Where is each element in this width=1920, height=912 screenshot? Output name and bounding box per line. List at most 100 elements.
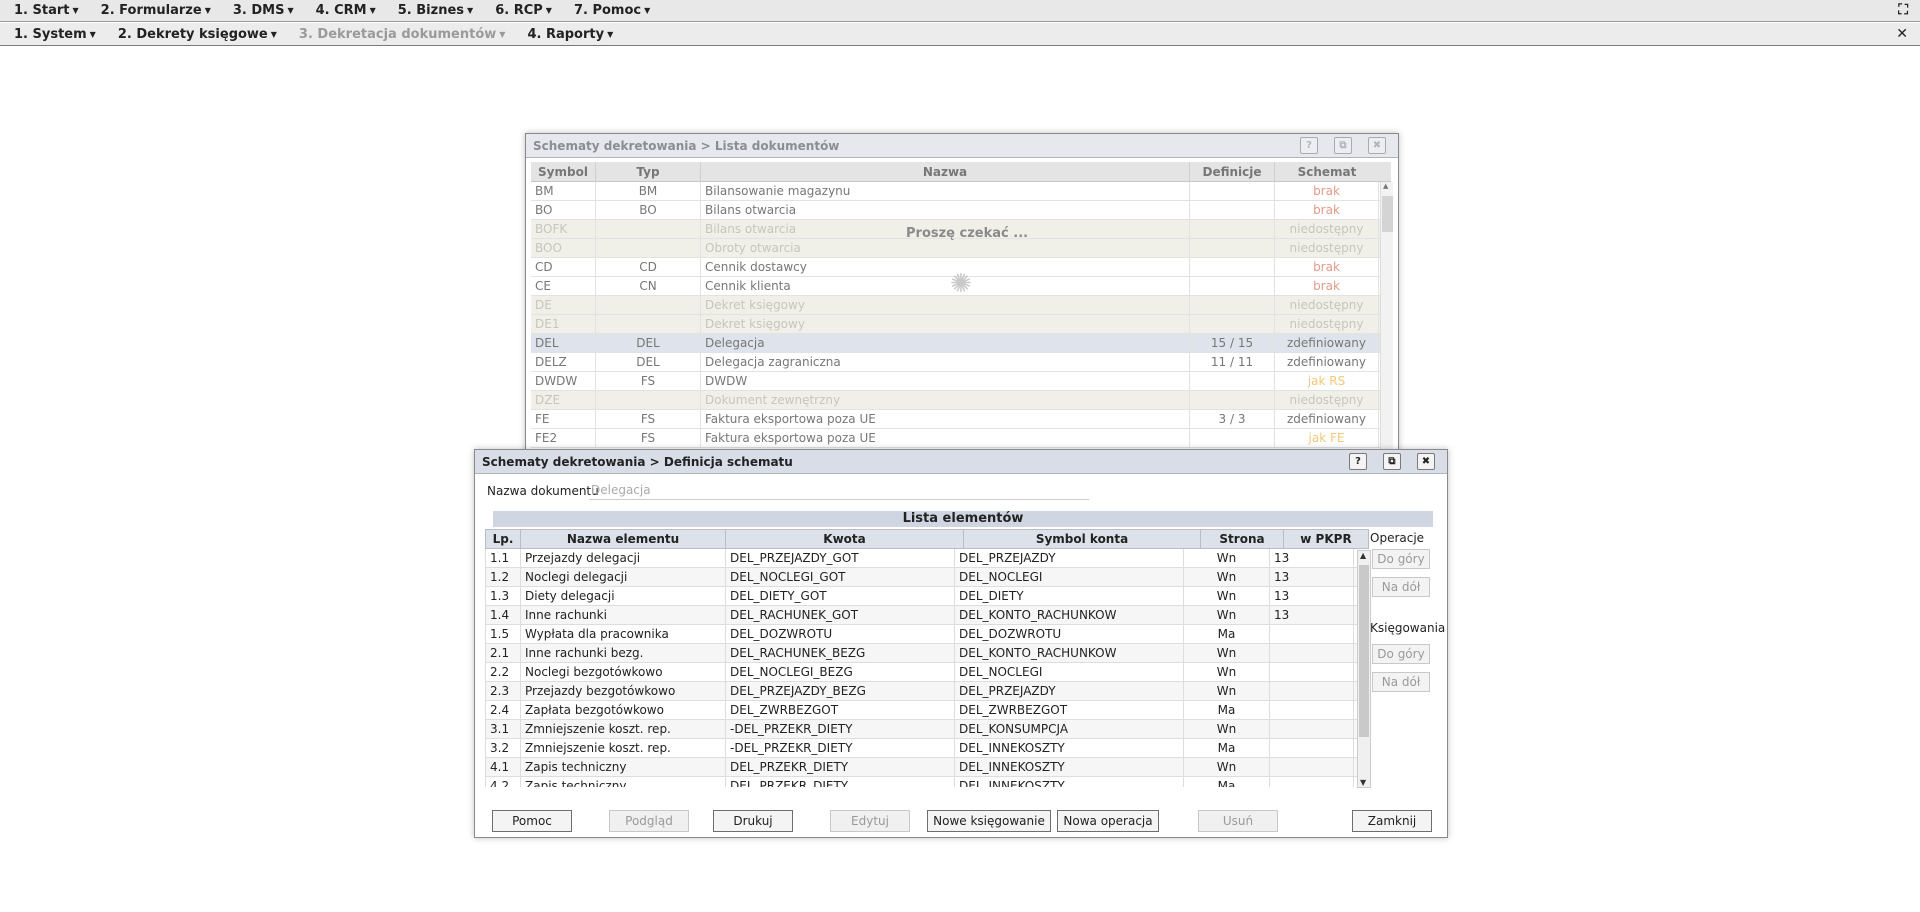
cell-strona: Wn (1184, 720, 1270, 738)
close-icon[interactable]: ✖ (1417, 453, 1435, 470)
table-row[interactable]: 4.1 Zapis techniczny DEL_PRZEKR_DIETY DEL_I… (486, 758, 1369, 777)
cell-lp: 4.2 (486, 777, 521, 787)
col-symbol[interactable]: Symbol (531, 162, 596, 181)
cell-strona: Ma (1184, 625, 1270, 643)
table-row[interactable]: 2.2 Noclegi bezgotówkowo DEL_NOCLEGI_BEZG D… (486, 663, 1369, 682)
help-icon[interactable]: ? (1300, 137, 1318, 154)
table-row[interactable]: FE FS Faktura eksportowa poza UE 3 / 3 zdefi… (531, 410, 1391, 429)
table-row[interactable]: 4.2 Zapis techniczny DEL_PRZEKR_DIETY DEL_I… (486, 777, 1369, 787)
window-title-text: Schematy dekretowania > Lista dokumentów (533, 138, 840, 153)
close-icon[interactable]: ✕ (1896, 26, 1908, 42)
document-name-field: Delegacja (589, 482, 1089, 500)
table-row[interactable]: BOO Obroty otwarcia niedostępny (531, 239, 1391, 258)
cell-pkpr (1270, 777, 1354, 787)
table-row[interactable]: DEL DEL Delegacja 15 / 15 zdefiniowany (531, 334, 1391, 353)
cell-definicje (1190, 391, 1275, 409)
cell-symbol: DEL (531, 334, 596, 352)
new-operation-button[interactable]: Nowa operacja (1057, 810, 1159, 832)
posting-up-button[interactable]: Do góry (1372, 644, 1430, 664)
cell-kwota: DEL_PRZEKR_DIETY (726, 758, 955, 776)
cell-lp: 1.3 (486, 587, 521, 605)
table-row[interactable]: 2.4 Zapłata bezgotówkowo DEL_ZWRBEZGOT DEL_… (486, 701, 1369, 720)
col-w-pkpr[interactable]: w PKPR (1284, 530, 1368, 548)
scrollbar[interactable]: ▲ ▼ (1357, 550, 1371, 788)
menu-item-7[interactable]: 7. Pomoc ▼ (574, 3, 650, 18)
menu-item-4[interactable]: 4. CRM ▼ (316, 3, 376, 18)
preview-button[interactable]: Podgląd (609, 810, 689, 832)
col-symbol-konta[interactable]: Symbol konta (964, 530, 1201, 548)
elements-table: Lp. Nazwa elementu Kwota Symbol konta St… (485, 529, 1369, 787)
cell-pkpr: 13 (1270, 568, 1354, 586)
edit-button[interactable]: Edytuj (830, 810, 910, 832)
cell-schemat: jak RS (1275, 372, 1379, 390)
operations-label: Operacje (1370, 531, 1425, 545)
submenu-item-3[interactable]: 3. Dekretacja dokumentów ▼ (299, 27, 506, 42)
scroll-up-icon[interactable]: ▲ (1360, 551, 1366, 560)
menu-item-6[interactable]: 6. RCP ▼ (495, 3, 552, 18)
operation-up-button[interactable]: Do góry (1372, 549, 1430, 569)
scrollbar[interactable]: ▲ (1380, 182, 1393, 450)
cell-nazwa: Noclegi bezgotówkowo (521, 663, 726, 681)
new-posting-button[interactable]: Nowe księgowanie (927, 810, 1051, 832)
delete-button[interactable]: Usuń (1198, 810, 1278, 832)
table-row[interactable]: DZE Dokument zewnętrzny niedostępny (531, 391, 1391, 410)
table-row[interactable]: 2.3 Przejazdy bezgotówkowo DEL_PRZEJAZDY_B… (486, 682, 1369, 701)
popout-icon[interactable]: ⧉ (1334, 137, 1352, 154)
cell-nazwa: Cennik klienta (701, 277, 1190, 295)
scroll-up-icon[interactable]: ▲ (1383, 182, 1388, 190)
col-nazwa-elementu[interactable]: Nazwa elementu (521, 530, 726, 548)
menu-item-label: 2. Formularze (100, 3, 202, 18)
menu-item-5[interactable]: 5. Biznes ▼ (398, 3, 473, 18)
chevron-down-icon: ▼ (89, 29, 96, 39)
table-row[interactable]: 1.3 Diety delegacji DEL_DIETY_GOT DEL_DIETY… (486, 587, 1369, 606)
submenu-item-4[interactable]: 4. Raporty ▼ (527, 27, 613, 42)
col-lp[interactable]: Lp. (486, 530, 521, 548)
cell-strona: Wn (1184, 587, 1270, 605)
table-row[interactable]: FE2 FS Faktura eksportowa poza UE jak FE (531, 429, 1391, 448)
chevron-down-icon: ▼ (607, 29, 614, 39)
postings-label: Księgowania (1370, 621, 1446, 635)
col-kwota[interactable]: Kwota (726, 530, 964, 548)
scroll-down-icon[interactable]: ▼ (1360, 778, 1366, 787)
scrollbar-thumb[interactable] (1359, 565, 1369, 737)
table-row[interactable]: 3.2 Zmniejszenie koszt. rep. -DEL_PRZEKR_D… (486, 739, 1369, 758)
cell-pkpr (1270, 739, 1354, 757)
menu-item-label: 7. Pomoc (573, 3, 642, 18)
close-button[interactable]: Zamknij (1352, 810, 1432, 832)
scrollbar-thumb[interactable] (1382, 196, 1393, 232)
table-row[interactable]: DE1 Dekret księgowy niedostępny (531, 315, 1391, 334)
submenu-item-1[interactable]: 1. System ▼ (14, 27, 96, 42)
menu-item-1[interactable]: 1. Start ▼ (14, 3, 79, 18)
table-row[interactable]: DELZ DEL Delegacja zagraniczna 11 / 11 zdefi… (531, 353, 1391, 372)
col-strona[interactable]: Strona (1201, 530, 1284, 548)
table-header: Lp. Nazwa elementu Kwota Symbol konta St… (485, 529, 1369, 549)
help-icon[interactable]: ? (1349, 453, 1367, 470)
table-row[interactable]: 2.1 Inne rachunki bezg. DEL_RACHUNEK_BEZG D… (486, 644, 1369, 663)
table-row[interactable]: 1.4 Inne rachunki DEL_RACHUNEK_GOT DEL_KONT… (486, 606, 1369, 625)
menu-item-label: 4. CRM (315, 3, 367, 18)
help-button[interactable]: Pomoc (492, 810, 572, 832)
menu-item-2[interactable]: 2. Formularze ▼ (101, 3, 211, 18)
table-row[interactable]: BM BM Bilansowanie magazynu brak (531, 182, 1391, 201)
table-row[interactable]: 1.2 Noclegi delegacji DEL_NOCLEGI_GOT DEL_N… (486, 568, 1369, 587)
cell-nazwa: Bilansowanie magazynu (701, 182, 1190, 200)
cell-kwota: DEL_NOCLEGI_GOT (726, 568, 955, 586)
submenu-item-2[interactable]: 2. Dekrety księgowe ▼ (118, 27, 277, 42)
close-icon[interactable]: ✖ (1368, 137, 1386, 154)
operation-down-button[interactable]: Na dół (1372, 577, 1430, 597)
table-row[interactable]: 3.1 Zmniejszenie koszt. rep. -DEL_PRZEKR_D… (486, 720, 1369, 739)
table-row[interactable]: BO BO Bilans otwarcia brak (531, 201, 1391, 220)
popout-icon[interactable]: ⧉ (1383, 453, 1401, 470)
fullscreen-icon[interactable]: ⛶ (1898, 2, 1908, 18)
col-schemat[interactable]: Schemat (1275, 162, 1379, 181)
col-definicje[interactable]: Definicje (1190, 162, 1275, 181)
table-row[interactable]: 1.1 Przejazdy delegacji DEL_PRZEJAZDY_GOT D… (486, 549, 1369, 568)
menu-item-3[interactable]: 3. DMS ▼ (233, 3, 294, 18)
print-button[interactable]: Drukuj (713, 810, 793, 832)
posting-down-button[interactable]: Na dół (1372, 672, 1430, 692)
col-nazwa[interactable]: Nazwa (701, 162, 1190, 181)
table-row[interactable]: DWDW FS DWDW jak RS (531, 372, 1391, 391)
cell-symbol: DWDW (531, 372, 596, 390)
table-row[interactable]: 1.5 Wypłata dla pracownika DEL_DOZWROTU DEL… (486, 625, 1369, 644)
col-typ[interactable]: Typ (596, 162, 701, 181)
